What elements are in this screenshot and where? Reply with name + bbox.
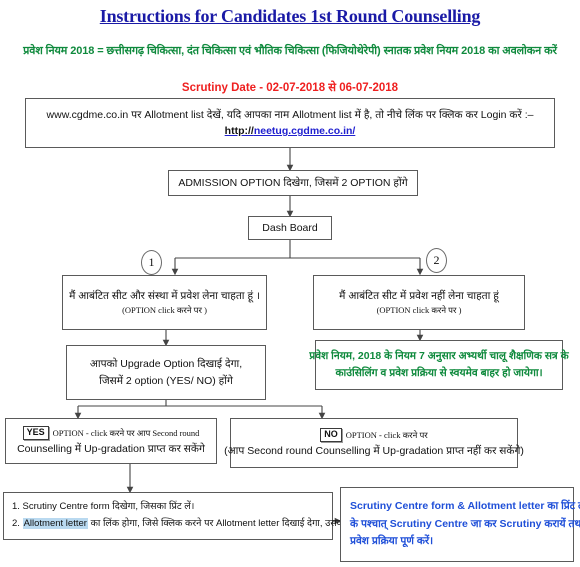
allotment-letter-link[interactable]: Allotment letter — [22, 518, 88, 529]
yes-branch-box: YES OPTION - click करने पर आप Second roun… — [5, 418, 217, 464]
final-line-2: के पश्चात् Scrutiny Centre जा कर Scrutin… — [350, 517, 580, 530]
branch-number-1: 1 — [141, 250, 162, 275]
print-step-1: 1. Scrutiny Centre form दिखेगा, जिसका प्… — [12, 501, 195, 513]
allotment-list-instruction-box: www.cgdme.co.in पर Allotment list देखें,… — [25, 98, 555, 148]
scrutiny-date-label: Scrutiny Date - 02-07-2018 से 06-07-2018 — [181, 82, 399, 94]
yes-badge[interactable]: YES — [22, 426, 49, 440]
option-1-line-1: मैं आबंटित सीट और संस्था में प्रवेश लेना… — [69, 289, 260, 302]
option-2-line-2: (OPTION click करने पर ) — [376, 305, 462, 316]
yes-branch-line-2: Counselling में Up-gradation प्राप्त कर … — [17, 443, 205, 455]
rule-7-line-1: प्रवेश नियम, 2018 के नियम 7 अनुसार अभ्यर… — [309, 350, 569, 363]
no-branch-line-1: OPTION - click करने पर — [345, 429, 428, 440]
page-title: Instructions for Candidates 1st Round Co… — [99, 6, 481, 26]
step-2-rest: का लिंक होगा, जिसे क्लिक करने पर Allotme… — [87, 518, 375, 529]
admission-option-box: ADMISSION OPTION दिखेगा, जिसमें 2 OPTION… — [168, 170, 418, 196]
option-2-decline-seat-box: मैं आबंटित सीट में प्रवेश नहीं लेना चाहत… — [313, 275, 525, 330]
rule-7-line-2: काउंसिलिंग व प्रवेश प्रक्रिया से स्वयमेव… — [335, 367, 543, 379]
admission-option-text: ADMISSION OPTION दिखेगा, जिसमें 2 OPTION… — [178, 176, 408, 189]
upgrade-line-2: जिसमें 2 option (YES/ NO) होंगे — [99, 374, 233, 387]
option-2-line-1: मैं आबंटित सीट में प्रवेश नहीं लेना चाहत… — [339, 289, 499, 302]
no-badge[interactable]: NO — [320, 428, 342, 442]
rule-7-exit-box: प्रवेश नियम, 2018 के नियम 7 अनुसार अभ्यर… — [309, 340, 569, 390]
link-protocol: http:// — [224, 125, 254, 137]
option-1-accept-seat-box: मैं आबंटित सीट और संस्था में प्रवेश लेना… — [62, 275, 267, 330]
upgrade-option-box: आपको Upgrade Option दिखाई देगा, जिसमें 2… — [66, 345, 266, 400]
upgrade-line-1: आपको Upgrade Option दिखाई देगा, — [89, 358, 243, 371]
admission-rule-subtitle: प्रवेश नियम 2018 = छत्तीसगढ़ चिकित्सा, द… — [23, 45, 557, 57]
final-scrutiny-instruction-box: Scrutiny Centre form & Allotment letter … — [340, 487, 580, 562]
link-host: neetug.cgdme.co.in/ — [253, 125, 356, 137]
final-line-3: प्रवेश प्रक्रिया पूर्ण करें। — [350, 535, 434, 548]
final-line-1: Scrutiny Centre form & Allotment letter … — [350, 499, 580, 512]
dashboard-label: Dash Board — [262, 221, 318, 234]
instructions-flowchart-page: Instructions for Candidates 1st Round Co… — [0, 0, 580, 567]
print-steps-box: 1. Scrutiny Centre form दिखेगा, जिसका प्… — [3, 492, 375, 540]
allotment-instruction-text: www.cgdme.co.in पर Allotment list देखें,… — [46, 108, 534, 121]
dashboard-box: Dash Board — [248, 216, 332, 240]
print-step-2: 2. Allotment letter का लिंक होगा, जिसे क… — [12, 516, 375, 533]
branch-number-2: 2 — [426, 248, 447, 273]
no-branch-line-2: (आप Second round Counselling में Up-grad… — [224, 445, 524, 457]
no-branch-box: NO OPTION - click करने पर (आप Second roun… — [224, 418, 524, 468]
neetug-portal-link[interactable]: http://neetug.cgdme.co.in/ — [225, 123, 356, 139]
step-2-prefix: 2. — [12, 518, 23, 529]
yes-branch-line-1: OPTION - click करने पर आप Second round — [52, 427, 200, 438]
option-1-line-2: (OPTION click करने पर ) — [122, 305, 207, 316]
